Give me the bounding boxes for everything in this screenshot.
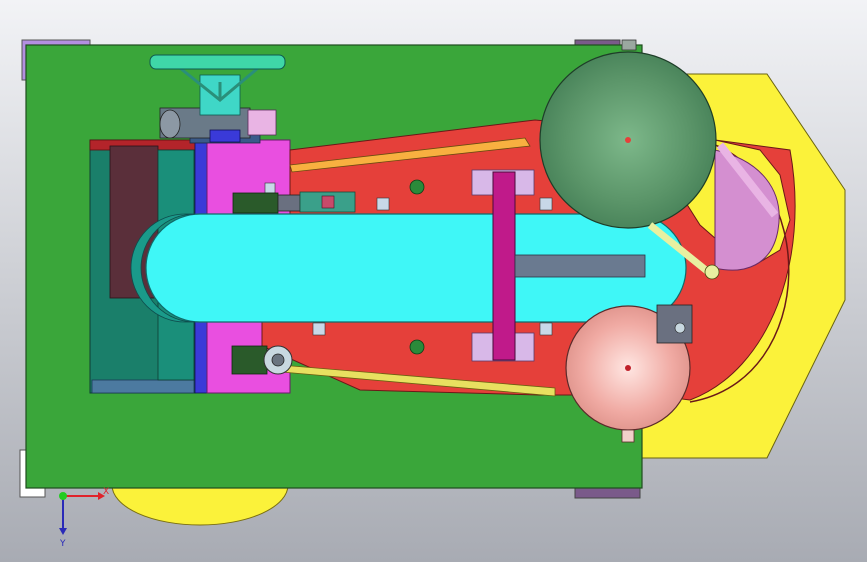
lower-pulley-bolt (621, 429, 635, 443)
tensioner-motor[interactable] (209, 129, 241, 143)
cad-viewport[interactable]: X Y (0, 0, 867, 562)
square-bolt-3 (312, 322, 326, 336)
connector-nut (277, 194, 301, 212)
connector-base (232, 192, 279, 214)
drive-pulley-left (159, 109, 181, 139)
horizontal-guide-arm[interactable] (514, 254, 646, 278)
square-bolt-4 (539, 322, 553, 336)
tension-rod-knob[interactable] (704, 264, 720, 280)
tension-wheel-mount (231, 345, 268, 375)
upper-pulley-bolt (621, 39, 637, 51)
square-bolt-1 (376, 197, 390, 211)
triad-origin (59, 492, 67, 500)
triad-x-label: X (103, 487, 109, 497)
vertical-guide-bar[interactable] (492, 171, 516, 361)
bolt-upper-left (409, 179, 425, 195)
upper-pulley-center (625, 137, 631, 143)
pink-coupling (247, 109, 277, 136)
idler-mount-block (656, 304, 693, 344)
lower-pulley-center (625, 365, 631, 371)
tension-wheel-hub (271, 353, 285, 367)
triad-y-label: Y (59, 539, 66, 549)
square-bolt-5 (264, 182, 276, 194)
handwheel-rim[interactable] (149, 54, 286, 70)
square-bolt-2 (539, 197, 553, 211)
idler-mount-bolt (674, 322, 686, 334)
motor-bottom-strip (91, 379, 195, 394)
bolt-lower-left (409, 339, 425, 355)
connector-tip (321, 195, 335, 209)
